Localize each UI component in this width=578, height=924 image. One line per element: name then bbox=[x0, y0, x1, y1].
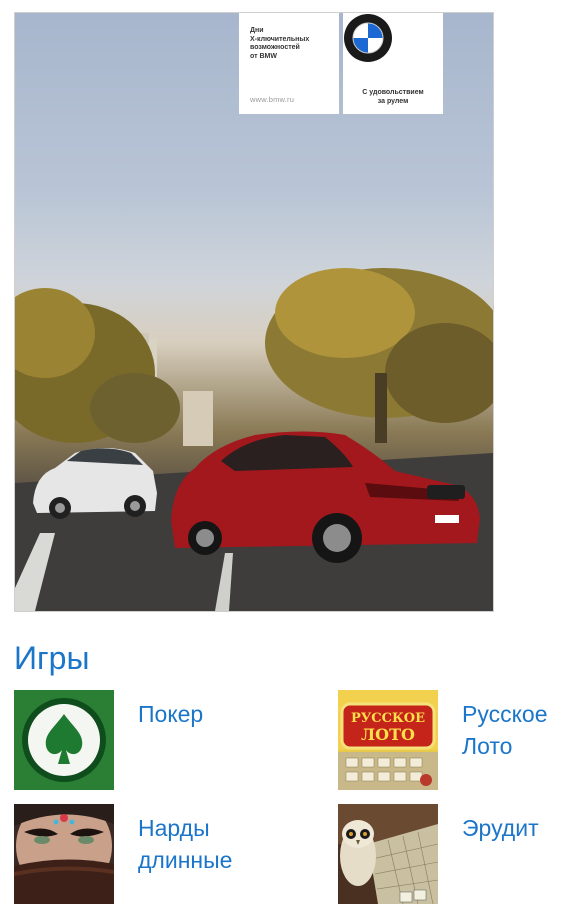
games-section-title: Игры bbox=[14, 640, 90, 676]
russian-loto-icon: РУССКОЕ ЛОТО bbox=[338, 690, 438, 790]
game-backgammon-link[interactable]: Нарды длинные bbox=[138, 812, 232, 876]
game-backgammon-icon[interactable] bbox=[14, 804, 114, 904]
owl-icon bbox=[338, 804, 438, 904]
ad-promo-text: Дни X-ключительных возможностей от BMW bbox=[250, 27, 310, 60]
svg-text:ЛОТО: ЛОТО bbox=[361, 725, 415, 744]
game-russian-loto-link[interactable]: Русское Лото bbox=[462, 698, 548, 762]
game-poker-link[interactable]: Покер bbox=[138, 698, 203, 730]
game-erudite-icon[interactable] bbox=[338, 804, 438, 904]
game-russian-loto-icon[interactable]: РУССКОЕ ЛОТО bbox=[338, 690, 438, 790]
svg-text:РУССКОЕ: РУССКОЕ bbox=[351, 711, 425, 726]
bmw-logo-icon bbox=[344, 14, 392, 62]
game-erudite-link[interactable]: Эрудит bbox=[462, 812, 539, 844]
ad-brand-card: С удовольствием за рулем bbox=[343, 13, 443, 114]
bmw-ad-banner[interactable]: Дни X-ключительных возможностей от BMW w… bbox=[14, 12, 494, 612]
spade-icon bbox=[14, 690, 114, 790]
woman-face-icon bbox=[14, 804, 114, 904]
ad-promo-card: Дни X-ключительных возможностей от BMW w… bbox=[239, 13, 339, 114]
game-poker-icon[interactable] bbox=[14, 690, 114, 790]
ad-url[interactable]: www.bmw.ru bbox=[250, 95, 294, 104]
ad-slogan: С удовольствием за рулем bbox=[362, 89, 424, 105]
